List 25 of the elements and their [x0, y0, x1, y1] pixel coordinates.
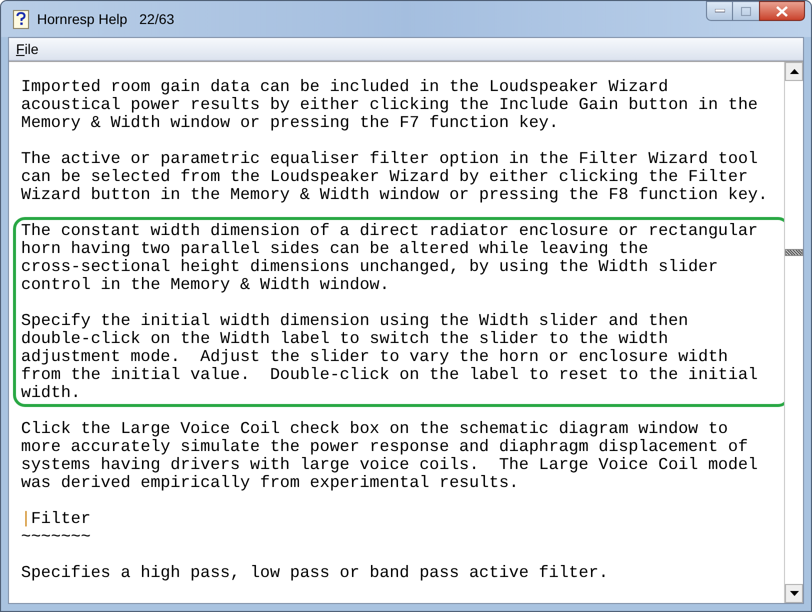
help-icon: [13, 10, 29, 28]
help-paragraph: The constant width dimension of a direct radiator enclosure or rectangular horn having two parallel sides can be altered while leaving the cross-sectional height dimensions unchanged, by using the Width slider control in the Memory & Width window.: [21, 222, 758, 294]
scrollbar[interactable]: [784, 62, 803, 603]
help-paragraph: The active or parametric equaliser filter option in the Filter Wizard tool can be selected from the Loudspeaker Wizard by either clicking the Filter Wizard button in the Memory & Width window or pressing the F8 function key.: [21, 150, 768, 204]
up-arrow-icon: [790, 69, 798, 74]
scroll-down-button[interactable]: [785, 584, 803, 603]
maximize-button[interactable]: [733, 1, 759, 21]
help-paragraph: Specifies a high pass, low pass or band pass active filter.: [21, 564, 609, 582]
close-button[interactable]: [759, 1, 805, 21]
help-paragraph: Specify the initial width dimension using the Width slider and then double-click on the Width label to switch the slider to the width adjustment mode. Adjust the slider to vary the horn or enclosure width from the initial value. Double-click on the label to reset to the initial width.: [21, 312, 758, 402]
maximize-icon: [741, 6, 751, 16]
help-paragraph: Click the Large Voice Coil check box on the schematic diagram window to more accurately simulate the power response and diaphragm displacement of systems having drivers with large voice coils. The Large Voice Coil model was derived empirically from experimental results.: [21, 420, 758, 492]
minimize-button[interactable]: [706, 1, 733, 21]
scroll-up-button[interactable]: [785, 62, 803, 81]
down-arrow-icon: [790, 591, 798, 596]
page-counter: 22/63: [139, 10, 174, 28]
topic-heading: Filter: [30, 510, 91, 528]
topic-marker: |: [21, 510, 31, 528]
scroll-thumb[interactable]: [785, 249, 803, 256]
minimize-icon: [714, 9, 724, 13]
menu-item[interactable]: File: [13, 42, 42, 56]
help-paragraph: Imported room gain data can be included in the Loudspeaker Wizard acoustical power results by either clicking the Include Gain button in the Memory & Width window or pressing the F7 function key.: [21, 78, 758, 132]
heading-underline: ~~~~~~~: [21, 528, 91, 546]
window-title: Hornresp Help: [37, 10, 128, 29]
close-icon: [776, 6, 788, 16]
